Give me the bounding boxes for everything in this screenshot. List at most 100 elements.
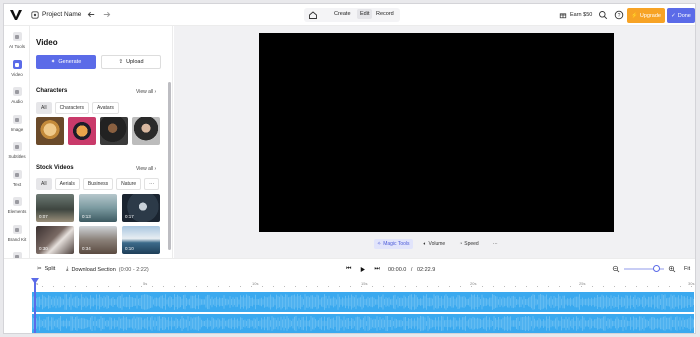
timeline-toolbar: ✂ Split ⤓ Download Section (0:00 - 2:22)… (4, 258, 695, 278)
subtitles-icon (12, 142, 22, 151)
chip-nature[interactable]: Nature (116, 178, 142, 190)
gift-icon (559, 13, 567, 19)
audio-track[interactable] (32, 314, 694, 333)
rail-item-ai-tools[interactable]: AI Tools (4, 30, 30, 52)
ruler-minor-tick (416, 286, 417, 287)
ruler-minor-tick (383, 286, 384, 287)
chip-business[interactable]: Business (82, 178, 114, 190)
skip-back-icon[interactable]: ⏮ (346, 266, 351, 273)
timeline-ruler[interactable]: 0s 5s 10s 15s 20s 25s 30s (32, 278, 694, 290)
rail-item-label: Text (12, 182, 22, 187)
tab-record[interactable]: Record (376, 11, 394, 17)
upload-button[interactable]: ⇪ Upload (101, 55, 161, 69)
stage-toolbar: ✧ Magic Tools 🔈︎ Volume ◔ Speed ··· (374, 239, 501, 249)
stock-video-thumb[interactable]: 0:13 (79, 194, 117, 222)
speed-button[interactable]: ◔ Speed (456, 239, 482, 249)
rail-item-text[interactable]: Text (4, 168, 30, 190)
search-icon[interactable] (598, 10, 608, 20)
volume-button[interactable]: 🔈︎ Volume (421, 239, 449, 249)
download-label: Download Section (71, 266, 116, 273)
rail-item-label: Video (11, 72, 23, 77)
stock-video-thumb[interactable]: 0:07 (36, 194, 74, 222)
home-icon[interactable] (308, 10, 318, 20)
ruler-minor-tick (526, 286, 527, 287)
zoom-in-icon[interactable] (668, 265, 676, 273)
characters-view-all[interactable]: View all › (136, 89, 156, 95)
app-logo-icon[interactable] (9, 8, 23, 22)
ruler-minor-tick (614, 286, 615, 287)
ruler-minor-tick (559, 286, 560, 287)
more-options-button[interactable]: ··· (490, 239, 501, 249)
ruler-minor-tick (317, 286, 318, 287)
rail-item-label: Image (10, 127, 24, 132)
rail-item-video[interactable]: Video (4, 58, 30, 80)
top-bar: Project Name Create Edit Record Earn $50 (4, 4, 695, 26)
rail-item-elements[interactable]: Elements (4, 195, 30, 217)
ruler-minor-tick (108, 286, 109, 287)
ruler-minor-tick (75, 286, 76, 287)
image-icon (12, 115, 22, 124)
split-button[interactable]: ✂ Split (37, 266, 55, 272)
chip-all[interactable]: All (36, 102, 52, 114)
stock-video-thumb[interactable]: 0:30 (36, 226, 74, 254)
fit-button[interactable]: Fit (684, 266, 690, 272)
generate-button[interactable]: ✦ Generate (36, 55, 96, 69)
rail-item-brand-kit[interactable]: Brand Kit (4, 223, 30, 245)
brand-kit-icon (12, 225, 22, 234)
download-section-button[interactable]: ⤓ Download Section (0:00 - 2:22) (66, 266, 149, 273)
project-name[interactable]: Project Name (42, 11, 81, 18)
zoom-out-icon[interactable] (612, 265, 620, 273)
ruler-minor-tick (691, 286, 692, 287)
magic-tools-button[interactable]: ✧ Magic Tools (374, 239, 413, 249)
elements-icon (12, 197, 22, 206)
characters-filter: All Characters Avatars (36, 102, 119, 114)
rail-item-subtitles[interactable]: Subtitles (4, 140, 30, 162)
ruler-minor-tick (163, 286, 164, 287)
playhead[interactable] (34, 280, 36, 333)
stock-video-thumb[interactable]: 0:10 (122, 226, 160, 254)
video-preview[interactable] (259, 33, 614, 232)
zoom-slider-knob[interactable] (653, 265, 660, 272)
ruler-minor-tick (427, 286, 428, 287)
tab-create[interactable]: Create (334, 11, 351, 17)
chip-all[interactable]: All (36, 178, 52, 190)
chip-characters[interactable]: Characters (54, 102, 90, 114)
ruler-minor-tick (284, 286, 285, 287)
stock-view-all[interactable]: View all › (136, 166, 156, 172)
character-thumb[interactable] (36, 117, 64, 145)
stock-grid: 0:07 0:13 0:17 0:30 0:34 0:10 (36, 194, 160, 254)
tab-edit[interactable]: Edit (357, 9, 373, 19)
zoom-slider[interactable] (624, 265, 664, 272)
earn-button[interactable]: Earn $50 (559, 11, 592, 19)
stock-video-thumb[interactable]: 0:34 (79, 226, 117, 254)
redo-icon[interactable] (102, 10, 111, 19)
character-thumb[interactable] (100, 117, 128, 145)
project-icon (31, 11, 39, 19)
rail-item-image[interactable]: Image (4, 113, 30, 135)
split-label: Split (44, 266, 56, 272)
ruler-minor-tick (262, 286, 263, 287)
chip-avatars[interactable]: Avatars (92, 102, 119, 114)
more-options-label: ··· (492, 241, 498, 247)
waveform (32, 315, 694, 332)
ruler-minor-tick (361, 286, 362, 287)
undo-icon[interactable] (87, 10, 96, 19)
chip-aerials[interactable]: Aerials (54, 178, 80, 190)
ruler-minor-tick (592, 286, 593, 287)
rail-item-label: Elements (7, 209, 27, 214)
ruler-minor-tick (471, 286, 472, 287)
play-button[interactable] (357, 264, 369, 275)
done-button[interactable]: ✓ Done (667, 8, 695, 23)
panel-scrollbar[interactable] (168, 82, 171, 250)
character-thumb[interactable] (68, 117, 96, 145)
rail-item-audio[interactable]: Audio (4, 85, 30, 107)
ruler-minor-tick (295, 286, 296, 287)
skip-forward-icon[interactable]: ⏭ (374, 266, 379, 273)
upgrade-button[interactable]: ⚡ Upgrade (627, 8, 665, 23)
stock-video-thumb[interactable]: 0:17 (122, 194, 160, 222)
chip-more[interactable]: ··· (144, 178, 160, 190)
help-icon[interactable]: ? (614, 10, 624, 20)
character-thumb[interactable] (132, 117, 160, 145)
video-track[interactable] (32, 292, 694, 312)
ruler-minor-tick (394, 286, 395, 287)
